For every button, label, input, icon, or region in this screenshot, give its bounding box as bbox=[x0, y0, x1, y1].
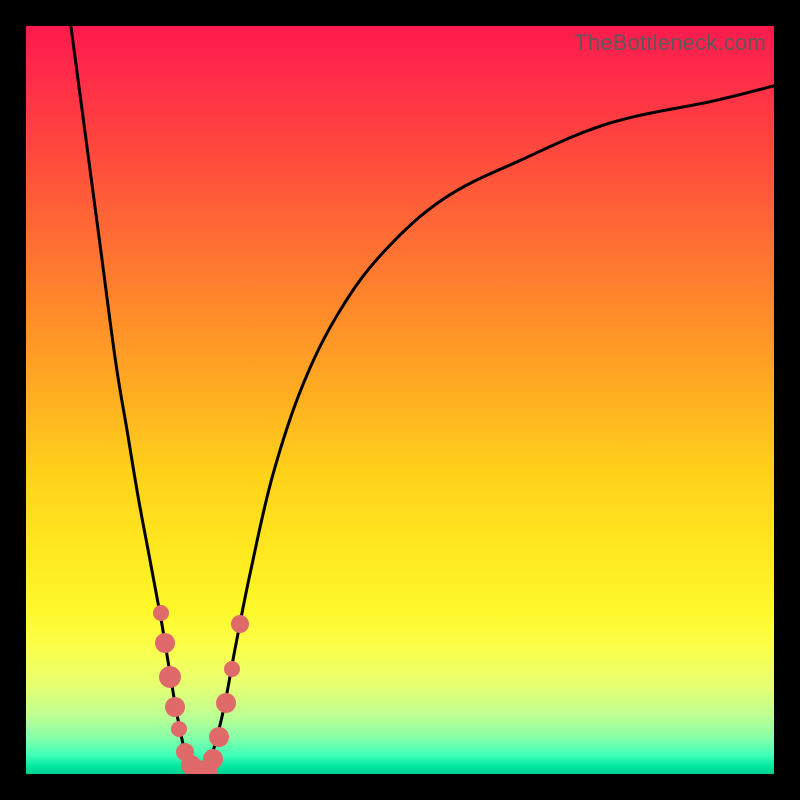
data-marker bbox=[165, 697, 185, 717]
data-marker bbox=[209, 727, 229, 747]
chart-frame: TheBottleneck.com bbox=[0, 0, 800, 800]
curve-right-branch bbox=[206, 86, 774, 770]
data-marker bbox=[155, 633, 175, 653]
curve-left-branch bbox=[71, 26, 194, 770]
chart-plot-area: TheBottleneck.com bbox=[26, 26, 774, 774]
data-marker bbox=[216, 693, 236, 713]
data-marker bbox=[159, 666, 181, 688]
data-marker bbox=[171, 721, 187, 737]
data-marker bbox=[224, 661, 240, 677]
data-marker bbox=[203, 749, 223, 769]
curve-layer bbox=[26, 26, 774, 774]
data-marker bbox=[153, 605, 169, 621]
data-marker bbox=[231, 615, 249, 633]
